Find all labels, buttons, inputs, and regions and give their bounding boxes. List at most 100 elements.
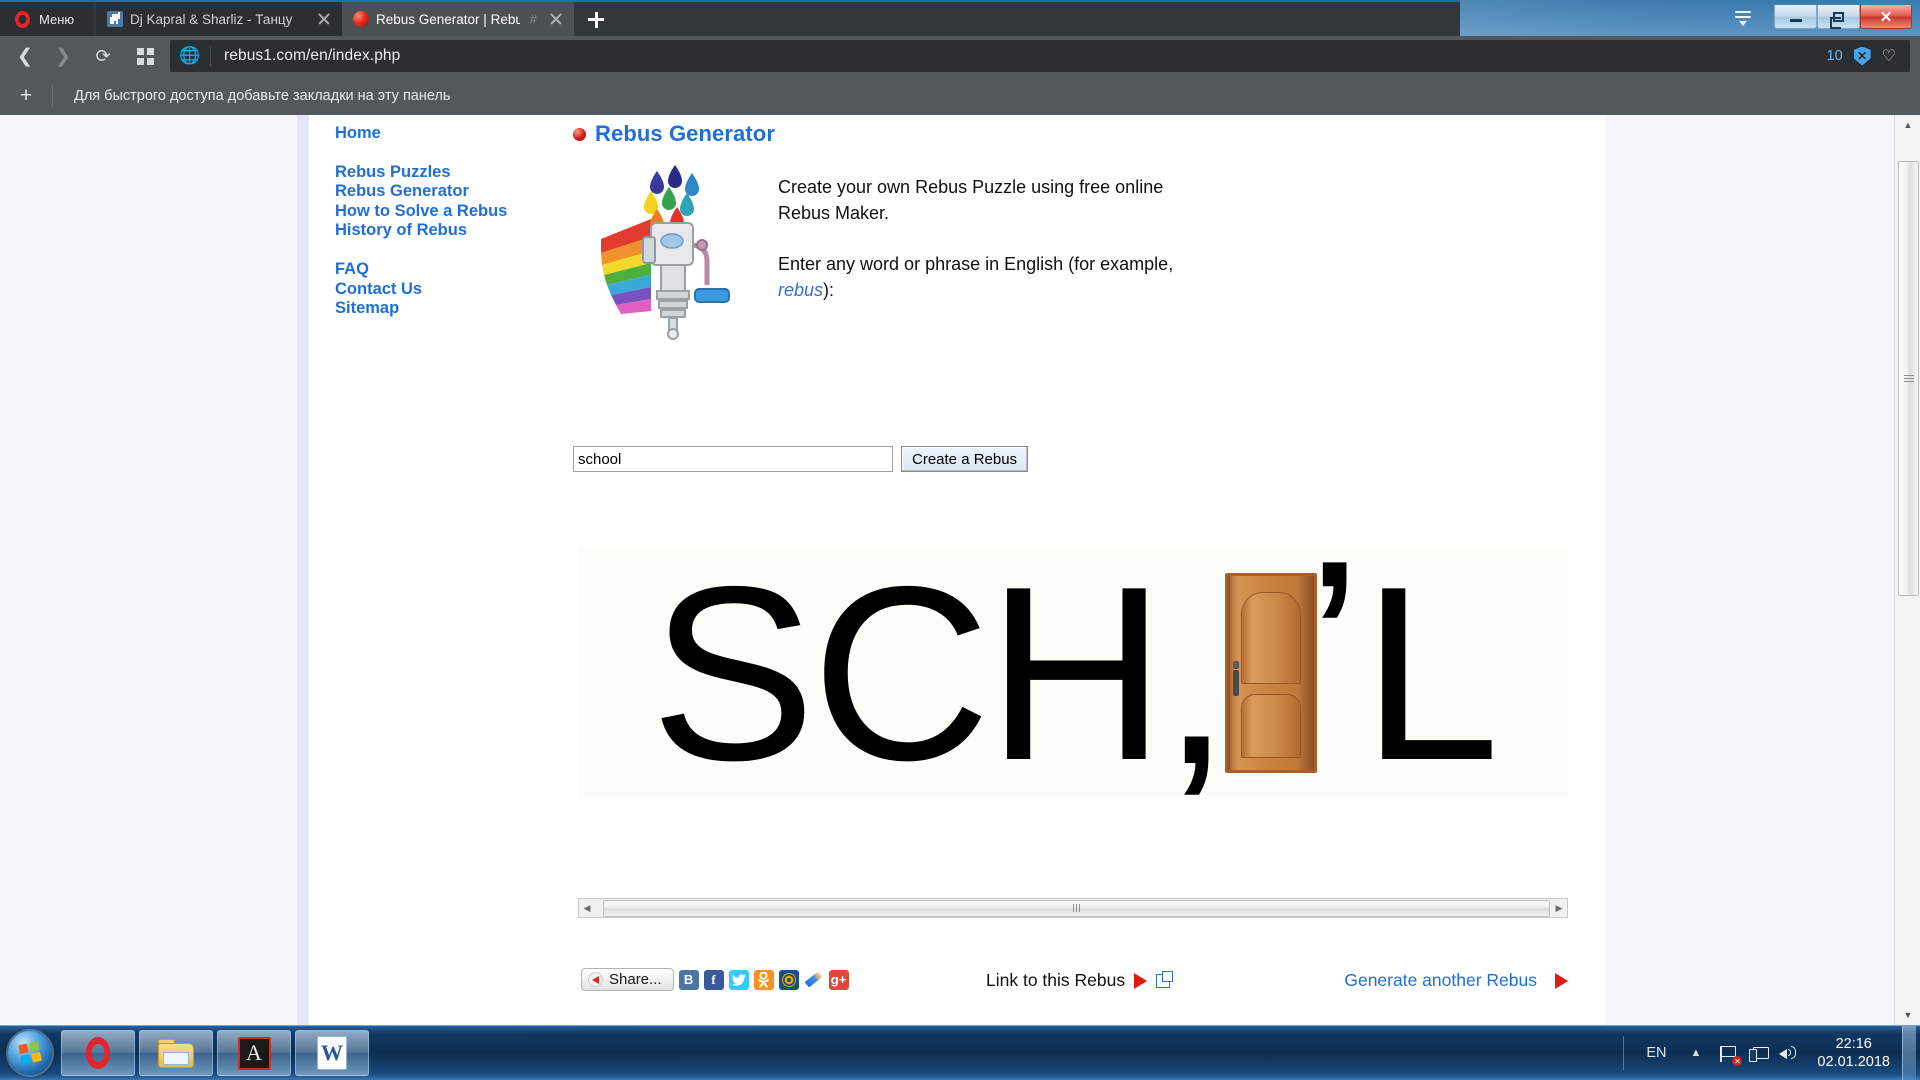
windows-flag-icon [18, 1041, 42, 1065]
rebus-image-stage: SCH , ’ L [578, 523, 1568, 816]
page-vertical-scrollbar[interactable]: ▲ ▼ [1894, 115, 1920, 1025]
rebus-mill-illustration [601, 165, 730, 340]
door-panel-bottom [1240, 694, 1301, 758]
opera-menu-label: Меню [39, 11, 75, 27]
close-button[interactable]: ✕ [1860, 5, 1912, 29]
page-viewport: Home Rebus Puzzles Rebus Generator How t… [0, 115, 1920, 1025]
rebus-tokens: SCH , ’ L [650, 523, 1500, 816]
shield-block-icon[interactable]: ✕ [1853, 46, 1871, 66]
show-desktop-button[interactable] [1902, 1025, 1916, 1080]
link-to-this-rebus[interactable]: Link to this Rebus [986, 970, 1174, 991]
language-indicator[interactable]: EN [1634, 1045, 1678, 1061]
scroll-left-arrow[interactable]: ◀ [579, 903, 595, 914]
tab-rebus-generator[interactable]: Rebus Generator | Rebus # [342, 2, 574, 36]
opera-taskbar-icon[interactable] [61, 1030, 135, 1076]
red-triangle-icon [1555, 972, 1568, 989]
link-to-rebus-label: Link to this Rebus [986, 970, 1126, 990]
sidebar-item-how-to-solve[interactable]: How to Solve a Rebus [335, 202, 555, 222]
acrobat-icon: A [237, 1036, 271, 1070]
horizontal-scrollbar[interactable]: ◀ ▶ [578, 898, 1568, 918]
reload-button[interactable]: ⟳ [88, 42, 118, 70]
opera-menu-button[interactable]: Меню [0, 2, 93, 36]
site-navigation: Home Rebus Puzzles Rebus Generator How t… [335, 124, 555, 319]
ok-glyph-icon [758, 971, 769, 988]
create-rebus-button[interactable]: Create a Rebus [901, 446, 1029, 472]
share-button[interactable]: Share... [581, 968, 674, 991]
share-speaker-icon [588, 972, 603, 987]
horizontal-scroll-track[interactable] [595, 899, 1551, 917]
tab-title: Rebus Generator | Rebus [376, 11, 521, 27]
sidebar-item-contact-us[interactable]: Contact Us [335, 280, 555, 300]
explorer-taskbar-icon[interactable] [139, 1030, 213, 1076]
generate-another-rebus[interactable]: Generate another Rebus [1344, 970, 1568, 991]
tab-close-icon[interactable] [544, 7, 568, 31]
address-field[interactable]: 🌐 rebus1.com/en/index.php 10 ✕ ♡ [170, 40, 1910, 72]
rebus-letters-before: SCH [650, 534, 1166, 812]
start-button[interactable] [3, 1028, 57, 1078]
scroll-up-arrow[interactable]: ▲ [1895, 115, 1920, 135]
pencil-icon [804, 971, 823, 988]
network-flag-icon[interactable]: ✕ [1713, 1038, 1743, 1068]
maximize-button[interactable] [1817, 5, 1860, 29]
sidebar-item-sitemap[interactable]: Sitemap [335, 299, 555, 319]
sidebar-item-home[interactable]: Home [335, 124, 555, 144]
googleplus-icon[interactable]: g+ [828, 969, 849, 990]
opera-logo-icon [15, 10, 30, 28]
acrobat-taskbar-icon[interactable]: A [217, 1030, 291, 1076]
generate-another-label: Generate another Rebus [1344, 970, 1537, 990]
scroll-down-arrow[interactable]: ▼ [1895, 1005, 1920, 1025]
rebus-comma: , [1161, 538, 1231, 816]
forward-button[interactable]: ❯ [48, 42, 78, 70]
intro-block: Create your own Rebus Puzzle using free … [573, 161, 1583, 341]
monitor-icon[interactable] [1743, 1038, 1773, 1068]
tab-close-icon[interactable] [312, 7, 336, 31]
sidebar-item-rebus-generator[interactable]: Rebus Generator [335, 182, 555, 202]
speed-dial-button[interactable] [130, 42, 160, 70]
facebook-icon[interactable]: f [703, 969, 724, 990]
word-taskbar-icon[interactable]: W [295, 1030, 369, 1076]
back-button[interactable]: ❮ [10, 42, 40, 70]
clock-date: 02.01.2018 [1817, 1054, 1890, 1070]
rebus-form: Create a Rebus [573, 446, 1029, 472]
intro-p2-after: ): [823, 280, 835, 300]
minimize-button[interactable] [1774, 5, 1817, 29]
scroll-right-arrow[interactable]: ▶ [1551, 903, 1567, 914]
clock[interactable]: 22:16 02.01.2018 [1803, 1035, 1900, 1071]
rebus-input[interactable] [573, 446, 893, 472]
minimize-icon [1789, 18, 1802, 22]
livejournal-icon[interactable] [803, 969, 824, 990]
volume-icon[interactable] [1773, 1038, 1803, 1068]
heart-icon[interactable]: ♡ [1882, 46, 1896, 66]
sidebar-item-history[interactable]: History of Rebus [335, 221, 555, 241]
plus-icon[interactable]: + [0, 85, 52, 106]
horizontal-scroll-thumb[interactable] [603, 899, 1550, 917]
page-right-margin [1605, 115, 1894, 1025]
restore-icon [1830, 11, 1844, 29]
tab-title: Dj Kapral & Sharliz - Танцу [130, 11, 293, 27]
scroll-grip [1903, 375, 1914, 382]
address-bar-row: ❮ ❯ ⟳ 🌐 rebus1.com/en/index.php 10 ✕ ♡ [0, 36, 1920, 76]
intro-text: Create your own Rebus Puzzle using free … [778, 174, 1178, 303]
sidebar-item-faq[interactable]: FAQ [335, 260, 555, 280]
tray-divider [1623, 1036, 1625, 1070]
footer-actions: Share... В f g+ Link to this Rebus Gener… [578, 968, 1568, 998]
twitter-icon[interactable] [728, 969, 749, 990]
door-panel-top [1240, 592, 1301, 684]
vk-icon[interactable]: В [678, 969, 699, 990]
rebus-example-link[interactable]: rebus [778, 280, 823, 300]
new-tab-button[interactable] [574, 2, 618, 36]
door-handle [1232, 661, 1239, 696]
mailru-icon[interactable] [778, 969, 799, 990]
vertical-scroll-thumb[interactable] [1898, 161, 1919, 596]
chevron-up-icon[interactable]: ▲ [1679, 1047, 1714, 1059]
at-sign-icon [781, 972, 796, 987]
address-bar-actions: 10 ✕ ♡ [1827, 46, 1910, 66]
odnoklassniki-icon[interactable] [753, 969, 774, 990]
tab-dj-kapral[interactable]: Dj Kapral & Sharliz - Танцу [96, 2, 342, 36]
twitter-bird-icon [731, 973, 746, 986]
intro-p2-before: Enter any word or phrase in English (for… [778, 254, 1174, 274]
hamburger-down-icon[interactable] [1726, 2, 1760, 32]
external-link-icon[interactable] [1156, 970, 1174, 988]
intro-paragraph-2: Enter any word or phrase in English (for… [778, 251, 1178, 303]
sidebar-item-rebus-puzzles[interactable]: Rebus Puzzles [335, 163, 555, 183]
